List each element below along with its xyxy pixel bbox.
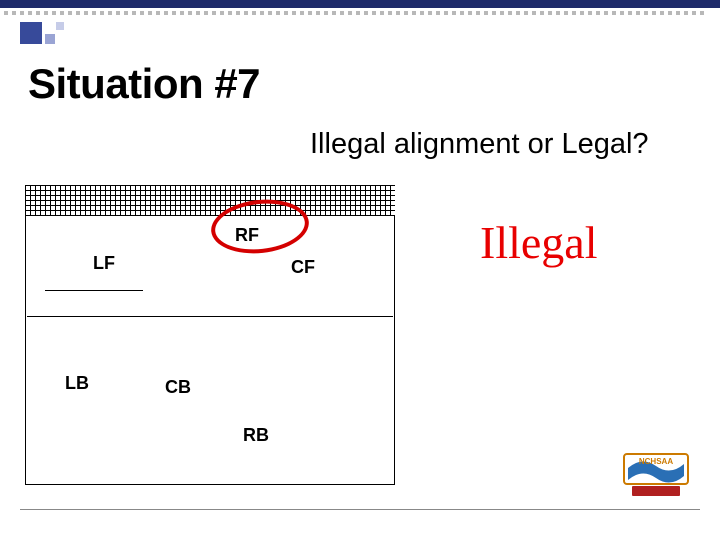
pos-cb: CB bbox=[165, 377, 191, 398]
pos-lf: LF bbox=[93, 253, 115, 274]
corner-square-medium bbox=[45, 34, 55, 44]
pos-lb: LB bbox=[65, 373, 89, 394]
svg-text:NCHSAA: NCHSAA bbox=[639, 457, 673, 466]
nchsaa-logo: NCHSAA bbox=[620, 448, 692, 500]
pos-rb: RB bbox=[243, 425, 269, 446]
verdict-text: Illegal bbox=[480, 216, 598, 269]
slide-top-bar bbox=[0, 0, 720, 8]
pos-rf: RF bbox=[235, 225, 259, 246]
lf-marker-line bbox=[45, 290, 143, 291]
slide-title: Situation #7 bbox=[28, 60, 260, 108]
corner-square-large bbox=[20, 22, 42, 44]
slide-question: Illegal alignment or Legal? bbox=[310, 128, 649, 161]
attack-line bbox=[27, 316, 393, 317]
corner-square-small bbox=[56, 22, 64, 30]
court-diagram: RF LF CF LB CB RB bbox=[25, 185, 395, 485]
bottom-rule bbox=[20, 509, 700, 510]
slide-top-dots bbox=[0, 11, 720, 15]
court-boundary bbox=[25, 215, 395, 485]
net-line bbox=[25, 185, 395, 215]
pos-cf: CF bbox=[291, 257, 315, 278]
